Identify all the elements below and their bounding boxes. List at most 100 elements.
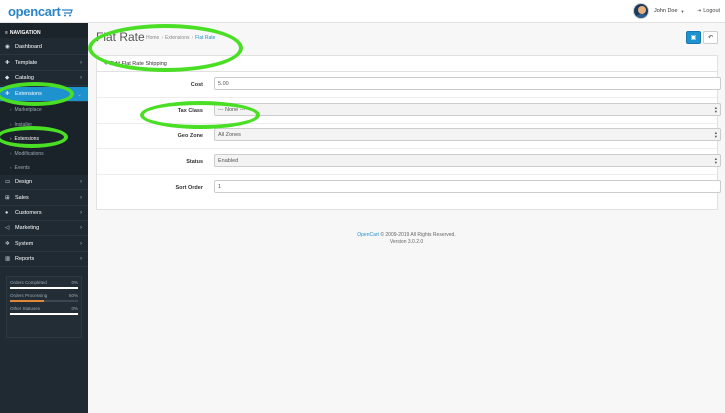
angle-right-icon: › <box>10 165 12 170</box>
save-button[interactable]: ▣ <box>686 31 701 44</box>
cart-icon: ⊞ <box>5 195 10 201</box>
stat-orders-completed: Orders Completed 0% <box>10 280 78 289</box>
stat-progress-bar <box>10 287 78 289</box>
footer-copyright: © 2009-2019 All Rights Reserved. <box>378 232 456 238</box>
chevron-right-icon: › <box>80 210 82 216</box>
sidebar-item-design[interactable]: ▭ Design › <box>0 175 88 190</box>
chart-icon: ▥ <box>5 256 11 262</box>
main-content: Flat Rate Home › Extensions › Flat Rate … <box>88 23 725 413</box>
chevron-right-icon: › <box>80 60 82 66</box>
highlight-ellipse-title <box>88 24 243 72</box>
highlight-ellipse-tax-class <box>140 101 260 129</box>
tag-icon: ◆ <box>5 75 10 81</box>
angle-right-icon: › <box>10 107 12 112</box>
sidebar-subitem-modifications[interactable]: › Modifications <box>0 146 88 161</box>
chevron-down-icon: ⌄ <box>76 91 82 98</box>
stat-progress-bar <box>10 300 78 302</box>
user-name: John Doe <box>654 8 678 14</box>
stat-progress-bar <box>10 313 78 315</box>
sidebar-item-label: Customers <box>15 210 42 216</box>
chevron-right-icon: › <box>80 256 82 262</box>
footer-copyright-line: OpenCart © 2009-2019 All Rights Reserved… <box>88 232 725 239</box>
sidebar-item-label: Sales <box>15 195 29 201</box>
logout-link[interactable]: ⇥ Logout <box>697 8 720 14</box>
sidebar-item-label: Dashboard <box>15 44 42 50</box>
stat-label: Orders Processing <box>10 293 48 298</box>
sidebar-subitem-label: Events <box>14 164 30 171</box>
select-arrows-icon: ▴ ▾ <box>714 156 717 165</box>
opencart-link[interactable]: OpenCart <box>357 232 379 238</box>
stat-other-statuses: Other Statuses 0% <box>10 306 78 315</box>
stat-value: 50% <box>68 293 78 298</box>
sidebar-item-label: Template <box>15 60 38 66</box>
sign-out-icon: ⇥ <box>697 8 702 14</box>
status-label: Status <box>186 159 203 165</box>
bars-icon: ≡ <box>5 29 8 36</box>
user-menu[interactable]: John Doe ▼ <box>633 3 685 19</box>
floppy-disk-icon: ▣ <box>690 35 697 41</box>
chevron-right-icon: › <box>80 179 82 185</box>
sidebar-item-label: Design <box>15 179 33 185</box>
top-header: opencart John Doe ▼ ⇥ Logout <box>0 0 725 23</box>
nav-header-label: NAVIGATION <box>9 29 41 36</box>
sort-order-input[interactable]: 1 <box>214 180 721 193</box>
form-row-cost: Cost 5.00 <box>97 73 721 98</box>
cart-logo-icon <box>61 9 73 17</box>
select-arrows-icon: ▴ ▾ <box>714 105 717 114</box>
cost-input[interactable]: 5.00 <box>214 77 721 90</box>
opencart-logo[interactable]: opencart <box>8 4 74 19</box>
reply-icon: ↶ <box>707 35 714 41</box>
cost-label: Cost <box>190 82 203 88</box>
user-icon: ● <box>5 210 9 216</box>
geo-zone-value: All Zones <box>218 132 241 138</box>
tax-class-select[interactable]: --- None --- ▴ ▾ <box>214 103 721 116</box>
nav-header: ≡ NAVIGATION <box>0 23 88 38</box>
stat-value: 0% <box>71 280 78 285</box>
chevron-right-icon: › <box>80 195 82 201</box>
sidebar-item-dashboard[interactable]: ◉ Dashboard <box>0 40 88 55</box>
status-value: Enabled <box>218 158 239 164</box>
chevron-right-icon: › <box>80 225 82 231</box>
gear-icon: ✲ <box>5 241 10 247</box>
puzzle-icon: ✚ <box>5 60 10 66</box>
sidebar-item-template[interactable]: ✚ Template › <box>0 56 88 71</box>
monitor-icon: ▭ <box>5 179 11 185</box>
footer: OpenCart © 2009-2019 All Rights Reserved… <box>88 232 725 246</box>
back-button[interactable]: ↶ <box>703 31 718 44</box>
stat-orders-processing: Orders Processing 50% <box>10 293 78 302</box>
sort-order-label: Sort Order <box>175 185 203 191</box>
sidebar-item-label: Catalog <box>15 75 34 81</box>
geo-zone-select[interactable]: All Zones ▴ ▾ <box>214 128 721 141</box>
stat-label: Orders Completed <box>10 280 47 285</box>
avatar <box>633 3 649 19</box>
sidebar-item-reports[interactable]: ▥ Reports › <box>0 252 88 267</box>
order-stats-panel: Orders Completed 0% Orders Processing 50… <box>6 276 82 338</box>
sidebar-item-customers[interactable]: ● Customers › <box>0 206 88 221</box>
select-arrows-icon: ▴ ▾ <box>714 130 717 139</box>
footer-version: Version 3.0.2.0 <box>389 239 424 245</box>
sidebar-item-label: Reports <box>15 256 35 262</box>
sidebar-item-marketing[interactable]: ◁ Marketing › <box>0 221 88 236</box>
stat-label: Other Statuses <box>10 306 41 311</box>
geo-zone-label: Geo Zone <box>177 133 203 139</box>
edit-panel: ✎ Edit Flat Rate Shipping Cost 5.00 Tax … <box>96 55 721 210</box>
sidebar-item-sales[interactable]: ⊞ Sales › <box>0 191 88 206</box>
sidebar-subitem-events[interactable]: › Events <box>0 160 88 175</box>
status-select[interactable]: Enabled ▴ ▾ <box>214 154 721 167</box>
logo-text: opencart <box>8 4 61 19</box>
chevron-right-icon: › <box>80 241 82 247</box>
angle-right-icon: › <box>10 151 12 156</box>
sidebar-item-system[interactable]: ✲ System › <box>0 237 88 252</box>
angle-right-icon: › <box>10 122 12 127</box>
logout-label: Logout <box>703 8 721 14</box>
dashboard-icon: ◉ <box>5 44 10 50</box>
sidebar-subitem-label: Marketplace <box>14 106 42 113</box>
sidebar-item-label: Marketing <box>15 225 40 231</box>
form-row-status: Status Enabled ▴ ▾ <box>97 150 721 175</box>
stat-value: 0% <box>71 306 78 311</box>
caret-down-icon: ▼ <box>680 8 685 14</box>
sidebar-item-label: System <box>15 241 34 247</box>
chevron-right-icon: › <box>80 75 82 81</box>
sidebar-subitem-label: Modifications <box>14 150 44 157</box>
share-icon: ◁ <box>5 225 10 231</box>
